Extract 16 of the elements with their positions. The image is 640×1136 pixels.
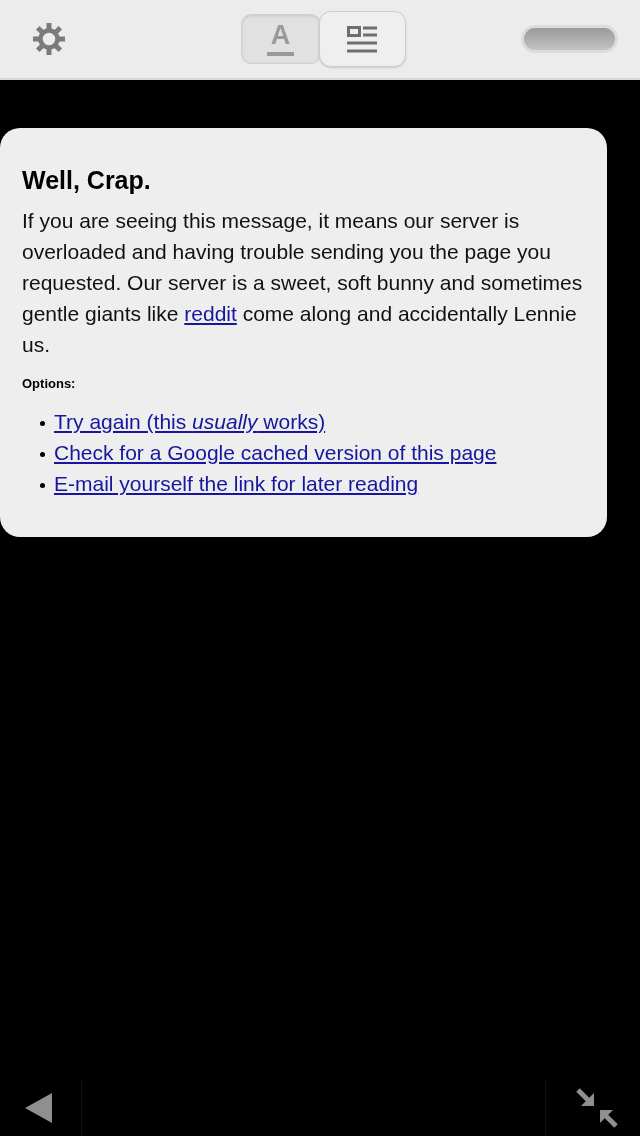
bullet-icon xyxy=(40,421,45,426)
collapse-arrows-icon xyxy=(576,1088,618,1128)
options-label: Options: xyxy=(22,376,77,392)
article-view-button[interactable] xyxy=(318,11,406,67)
text-link[interactable]: reddit xyxy=(184,302,237,325)
settings-icon[interactable] xyxy=(33,23,65,55)
bullet-icon xyxy=(40,452,45,457)
pill-button[interactable] xyxy=(521,25,618,53)
option-link[interactable]: E-mail yourself the link for later reading xyxy=(54,468,419,499)
option-link[interactable]: Check for a Google cached version of this page xyxy=(54,437,497,468)
error-title: Well, Crap. xyxy=(22,165,152,195)
article-layout-icon xyxy=(347,25,377,53)
option-link[interactable]: Try again (this usually works) xyxy=(54,406,326,437)
back-triangle-icon xyxy=(25,1093,52,1123)
error-message: If you are seeing this message, it means our server is overloaded and having trouble sending you the page you requested. Our server is a sweet, soft bunny and sometimes gentle giants like reddit come along and accidentally Lennie us. xyxy=(22,208,584,358)
bullet-icon xyxy=(40,483,45,488)
